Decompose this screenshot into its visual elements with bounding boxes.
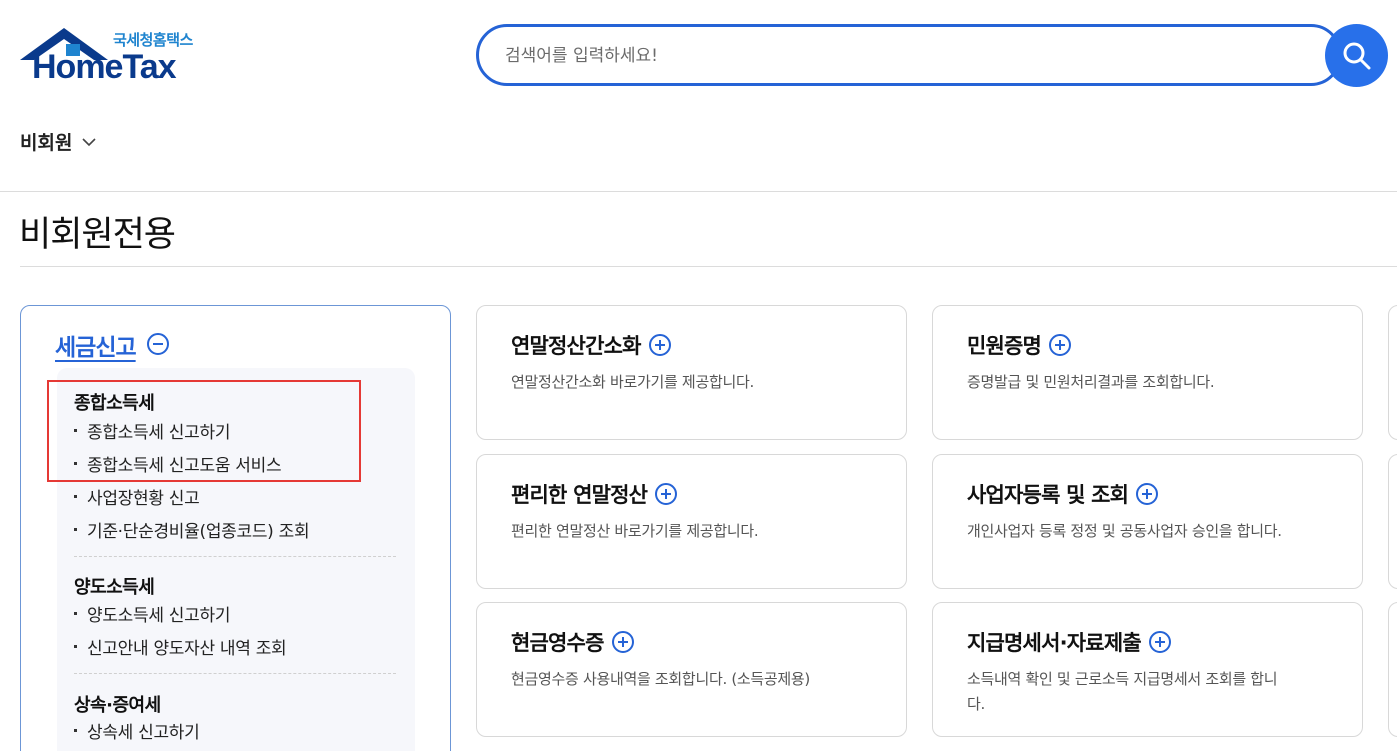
highlight-annotation: [47, 380, 361, 482]
menu-item-label: 신고안내 양도자산 내역 조회: [87, 639, 287, 659]
plus-icon[interactable]: [648, 334, 671, 356]
plus-icon[interactable]: [611, 631, 634, 653]
menu-item-label: 사업장현황 신고: [87, 489, 200, 509]
tax-filing-title[interactable]: 세금신고: [55, 328, 137, 362]
plus-icon[interactable]: [655, 483, 678, 505]
menu-item-label: 상속세 신고하기: [87, 723, 200, 743]
card-payment-statement[interactable]: 지급명세서·자료제출 소득내역 확인 및 근로소득 지급명세서 조회를 합니다.: [932, 602, 1363, 737]
card-description: 편리한 연말정산 바로가기를 제공합니다.: [511, 522, 759, 540]
card-description: 소득내역 확인 및 근로소득 지급명세서 조회를 합니다.: [967, 670, 1278, 713]
card-civil-certificate[interactable]: 민원증명 증명발급 및 민원처리결과를 조회합니다.: [932, 305, 1363, 440]
title-divider: [20, 266, 1397, 267]
card-year-end-simplified[interactable]: 연말정산간소화 연말정산간소화 바로가기를 제공합니다.: [476, 305, 907, 440]
card-partial[interactable]: [1388, 454, 1397, 589]
collapse-icon[interactable]: [147, 333, 169, 355]
card-title: 연말정산간소화: [511, 334, 641, 358]
plus-icon[interactable]: [1049, 334, 1072, 356]
menu-item-label: 양도소득세 신고하기: [87, 606, 231, 626]
group-title-inheritance-tax: 상속·증여세: [74, 695, 161, 716]
member-type-dropdown[interactable]: 비회원: [20, 128, 97, 155]
tax-filing-panel: 세금신고 종합소득세 종합소득세 신고하기 종합소득세 신고도움 서비스 사업장…: [20, 305, 451, 751]
bullet-icon: [74, 645, 77, 648]
search-button[interactable]: [1325, 24, 1388, 87]
member-type-label: 비회원: [20, 132, 73, 154]
card-partial[interactable]: [1388, 305, 1397, 440]
bullet-icon: [74, 729, 77, 732]
search-input[interactable]: [505, 41, 1285, 71]
plus-icon[interactable]: [1148, 631, 1171, 653]
bullet-icon: [74, 612, 77, 615]
card-description: 증명발급 및 민원처리결과를 조회합니다.: [967, 373, 1215, 391]
header-divider: [0, 191, 1397, 192]
menu-item-label: 기준·단순경비율(업종코드) 조회: [87, 522, 310, 542]
card-cash-receipt[interactable]: 현금영수증 현금영수증 사용내역을 조회합니다. (소득공제용): [476, 602, 907, 737]
group-title-transfer-tax: 양도소득세: [74, 577, 155, 598]
card-title: 민원증명: [967, 334, 1042, 358]
card-description: 연말정산간소화 바로가기를 제공합니다.: [511, 373, 754, 391]
group-divider: [74, 556, 396, 557]
search-icon: [1343, 42, 1371, 70]
menu-item-transfer-tax-file[interactable]: 양도소득세 신고하기: [74, 601, 230, 626]
bullet-icon: [74, 495, 77, 498]
page-title: 비회원전용: [19, 215, 176, 255]
menu-item-transfer-asset-lookup[interactable]: 신고안내 양도자산 내역 조회: [74, 634, 287, 659]
chevron-down-icon: [82, 138, 97, 147]
logo-title: HomeTax: [32, 48, 177, 86]
menu-item-inheritance-tax-file[interactable]: 상속세 신고하기: [74, 718, 200, 743]
card-convenient-year-end[interactable]: 편리한 연말정산 편리한 연말정산 바로가기를 제공합니다.: [476, 454, 907, 589]
bullet-icon: [74, 528, 77, 531]
card-title: 현금영수증: [511, 631, 604, 655]
card-title: 사업자등록 및 조회: [967, 483, 1129, 507]
logo-subtitle: 국세청홈택스: [113, 31, 193, 49]
card-business-registration[interactable]: 사업자등록 및 조회 개인사업자 등록 정정 및 공동사업자 승인을 합니다.: [932, 454, 1363, 589]
card-description: 개인사업자 등록 정정 및 공동사업자 승인을 합니다.: [967, 522, 1282, 540]
menu-item-expense-rate[interactable]: 기준·단순경비율(업종코드) 조회: [74, 517, 310, 542]
hometax-logo[interactable]: 국세청홈택스 HomeTax: [18, 26, 218, 86]
group-divider: [74, 673, 396, 674]
search-box: [476, 24, 1342, 86]
plus-icon[interactable]: [1136, 483, 1159, 505]
card-title: 지급명세서·자료제출: [967, 631, 1142, 655]
card-title: 편리한 연말정산: [511, 483, 648, 507]
card-description: 현금영수증 사용내역을 조회합니다. (소득공제용): [511, 670, 810, 688]
menu-item-business-status[interactable]: 사업장현황 신고: [74, 484, 200, 509]
card-partial[interactable]: [1388, 602, 1397, 737]
